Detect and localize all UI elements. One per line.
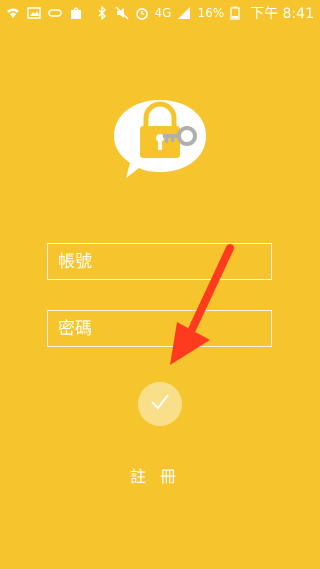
- check-icon: [148, 390, 172, 418]
- signal-icon: [177, 6, 191, 20]
- shopping-bag-icon: [69, 6, 83, 20]
- status-bar: 4G 16% 下午 8:41: [0, 0, 320, 25]
- gallery-icon: [27, 6, 41, 20]
- bluetooth-icon: [95, 4, 109, 21]
- alarm-icon: [135, 6, 149, 20]
- voicemail-icon: [48, 6, 62, 20]
- wifi-icon: [6, 6, 20, 20]
- status-right: 4G 16% 下午 8:41: [95, 3, 320, 23]
- status-time: 下午 8:41: [250, 5, 314, 22]
- battery-icon: [230, 6, 244, 20]
- lock-key-icon: [108, 96, 212, 182]
- status-left: [0, 6, 83, 20]
- network-type: 4G: [154, 5, 172, 20]
- mute-icon: [115, 6, 129, 20]
- arrow-annotation-icon: [160, 240, 250, 380]
- register-link[interactable]: 註冊: [0, 463, 320, 487]
- submit-button[interactable]: [138, 382, 182, 426]
- battery-percent: 16%: [197, 5, 225, 20]
